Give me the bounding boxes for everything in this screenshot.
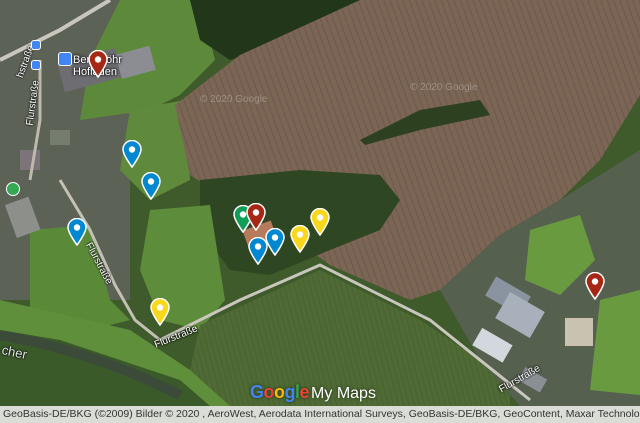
marker-yellow-2[interactable] bbox=[310, 208, 330, 236]
marker-red-hofladen[interactable] bbox=[88, 50, 108, 78]
marker-blue-5[interactable] bbox=[265, 228, 285, 256]
marker-blue-2[interactable] bbox=[141, 172, 161, 200]
marker-blue-1[interactable] bbox=[122, 140, 142, 168]
map-view[interactable]: © 2020 Google © 2020 Google Flurstraße h… bbox=[0, 0, 640, 423]
marker-blue-3[interactable] bbox=[67, 218, 87, 246]
map-attribution: GeoBasis-DE/BKG (©2009) Bilder © 2020 , … bbox=[0, 406, 640, 423]
marker-yellow-3[interactable] bbox=[150, 298, 170, 326]
google-watermark: © 2020 Google bbox=[410, 82, 478, 93]
marker-red-2[interactable] bbox=[246, 203, 266, 231]
google-watermark: © 2020 Google bbox=[200, 94, 268, 105]
bus-stop-icon[interactable] bbox=[31, 60, 41, 70]
bus-stop-icon[interactable] bbox=[31, 40, 41, 50]
google-my-maps-logo: Google My Maps bbox=[250, 382, 376, 402]
shopping-bag-icon[interactable] bbox=[58, 52, 72, 66]
my-maps-label: My Maps bbox=[311, 385, 376, 402]
marker-yellow-1[interactable] bbox=[290, 225, 310, 253]
marker-red-east[interactable] bbox=[585, 272, 605, 300]
park-tree-icon[interactable] bbox=[6, 182, 20, 196]
